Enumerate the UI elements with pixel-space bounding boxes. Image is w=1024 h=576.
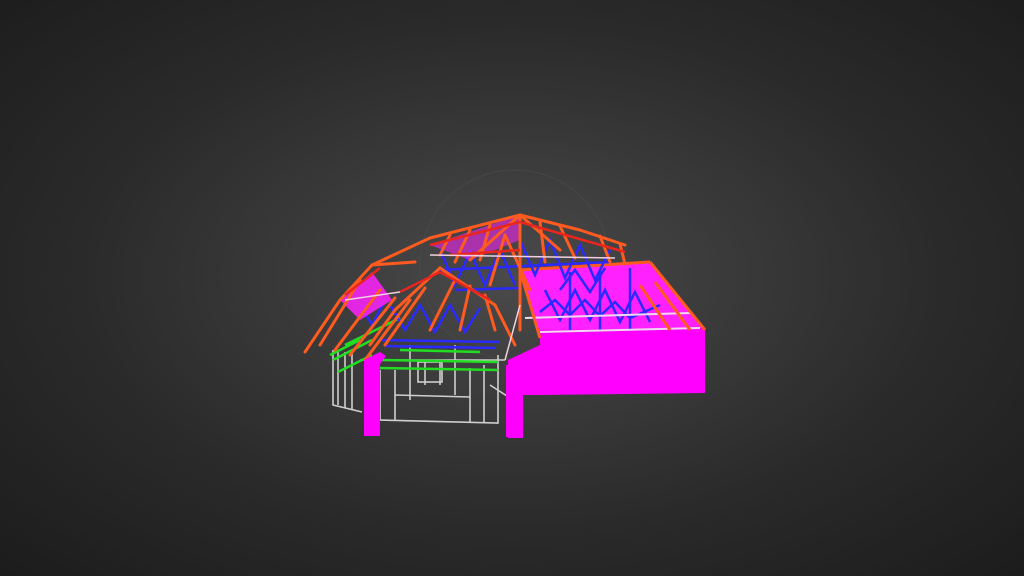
garage-roof-surface bbox=[520, 262, 705, 338]
post-left bbox=[364, 360, 380, 436]
wall-frame bbox=[332, 345, 511, 424]
top-plates bbox=[329, 316, 499, 374]
entry-posts bbox=[364, 352, 523, 437]
post-right bbox=[506, 365, 523, 437]
3d-viewport[interactable] bbox=[0, 0, 1024, 576]
garage-block bbox=[508, 260, 707, 438]
house-frame-model[interactable] bbox=[0, 0, 1024, 576]
garage-front-wall bbox=[540, 328, 705, 395]
